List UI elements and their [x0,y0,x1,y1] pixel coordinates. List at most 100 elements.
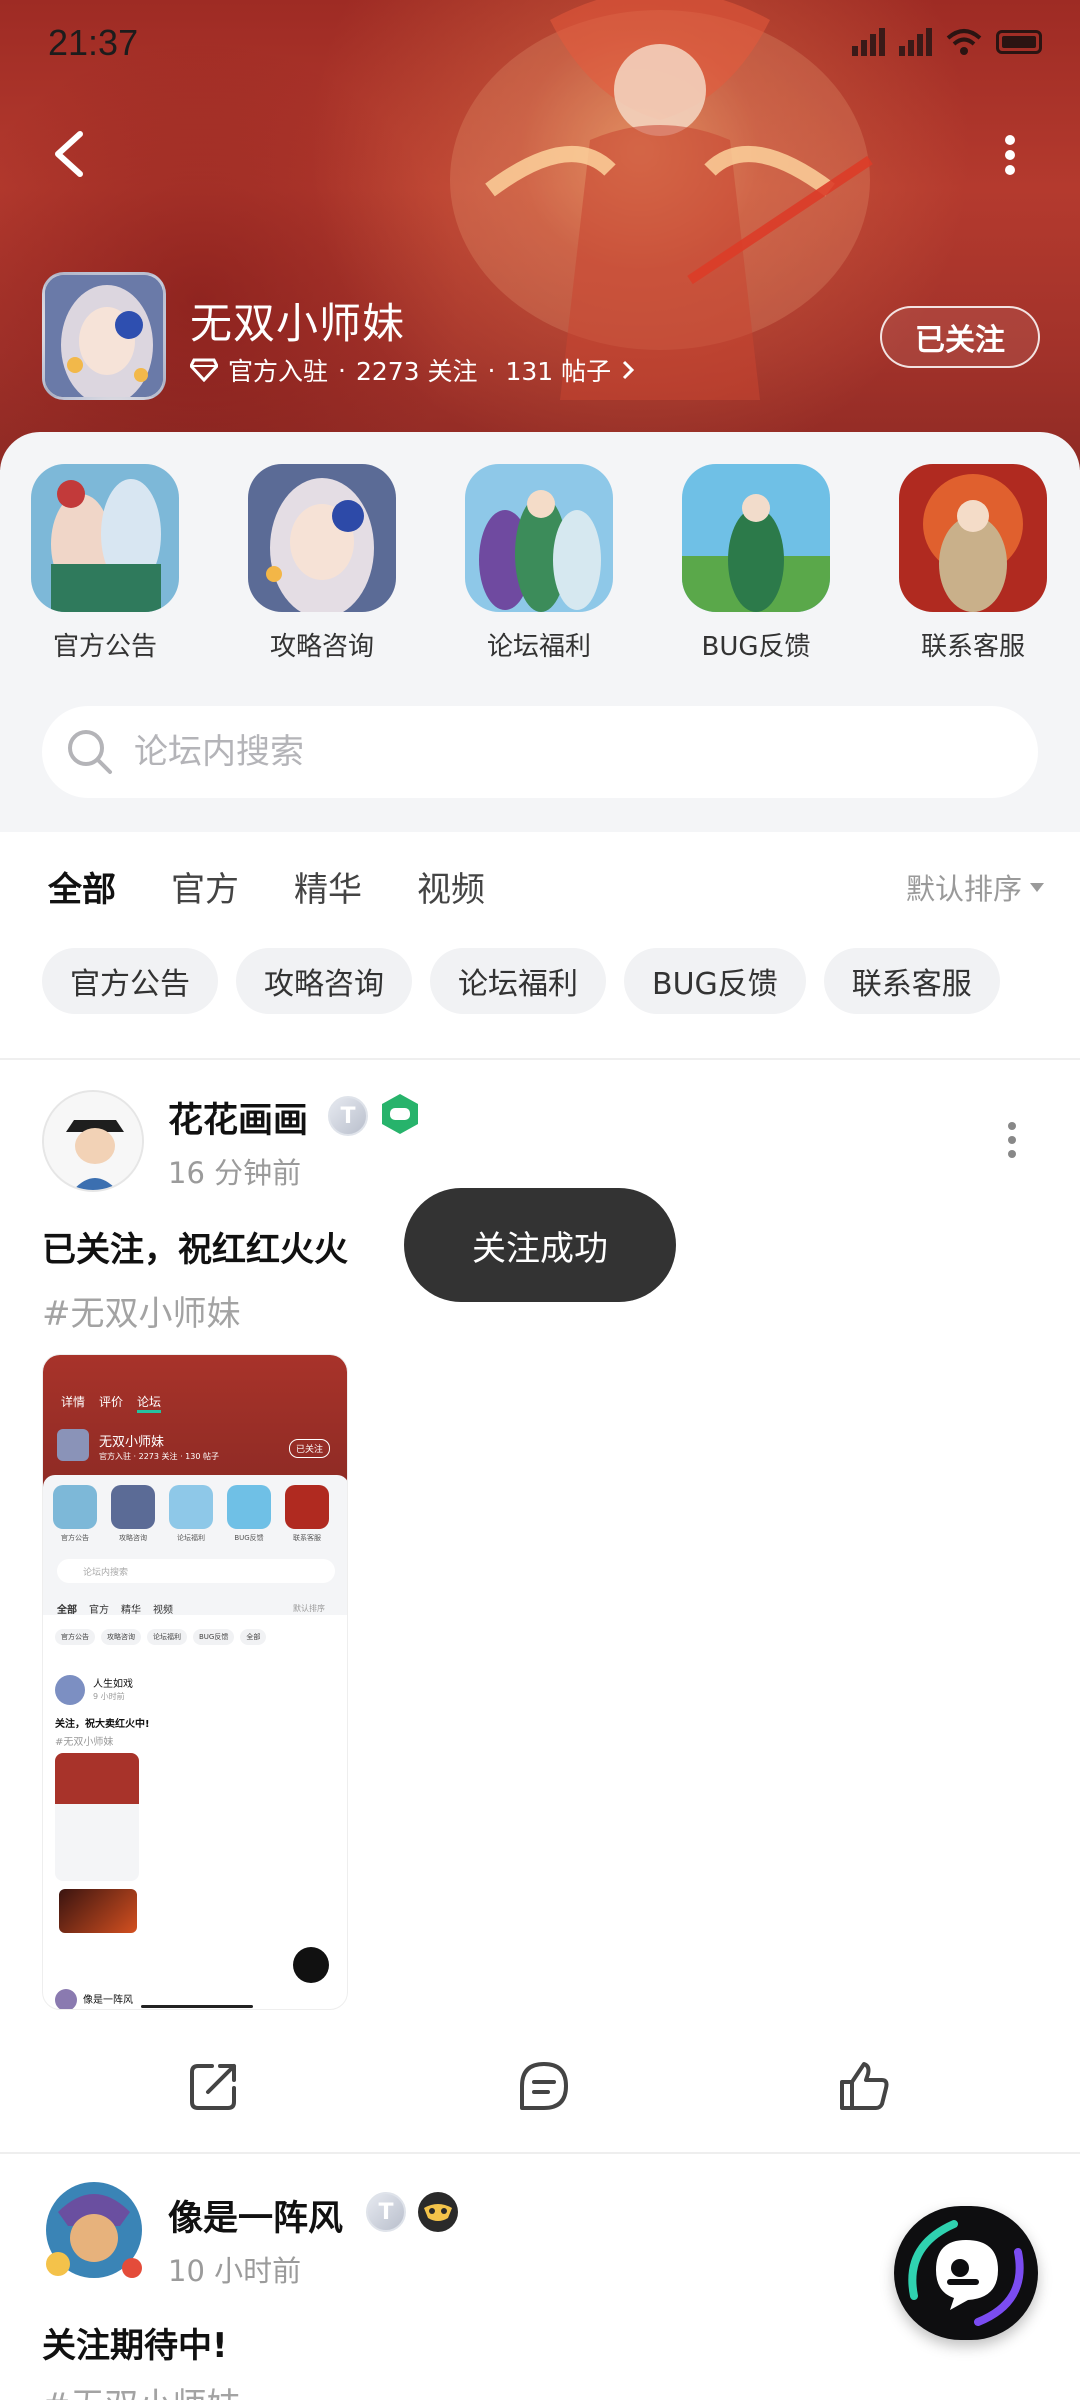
search-input[interactable] [134,732,934,772]
shortcut-thumbnail [465,464,613,612]
chip-bug-report[interactable]: BUG反馈 [624,948,806,1014]
share-icon[interactable] [186,2058,242,2114]
meta-separator: · [487,355,496,385]
sort-dropdown[interactable]: 默认排序 [906,866,1044,908]
back-icon[interactable] [44,124,96,184]
status-bar: 21:37 [0,0,1080,92]
shot-thumb [111,1485,155,1529]
shortcut-label: BUG反馈 [701,632,811,662]
post-avatar[interactable] [42,1090,144,1192]
shot-chip: BUG反馈 [193,1629,235,1645]
shot-panel: 官方公告 攻略咨询 论坛福利 BUG反馈 联系客服 论坛内搜索 [43,1475,347,1615]
shot-avatar [57,1429,89,1461]
shortcut-label: 论坛福利 [486,632,591,662]
shot-meta: 官方入驻 · 2273 关注 · 130 帖子 [99,1452,219,1461]
toast-message: 关注成功 [404,1188,676,1302]
shot-shortcut-label: BUG反馈 [234,1534,264,1542]
comment-icon[interactable] [516,2058,572,2114]
shot-chip: 全部 [240,1629,267,1645]
like-icon[interactable] [836,2058,892,2114]
forum-name: 无双小师妹 [190,299,406,348]
forum-header: 21:37 无双小师妹 官方入驻 · 2273 关注 · 131 帖子 已关注 [0,0,1080,470]
tab-all[interactable]: 全部 [48,862,116,917]
shot-shortcut-label: 论坛福利 [177,1534,205,1542]
shortcut-bug-report[interactable]: BUG反馈 [682,464,830,663]
shortcut-thumbnail [31,464,179,612]
shortcut-customer-service[interactable]: 联系客服 [899,464,1047,663]
shortcut-label: 攻略咨询 [269,632,374,662]
post-user-name[interactable]: 像是一阵风 [168,2190,343,2241]
chip-strategy[interactable]: 攻略咨询 [236,948,412,1014]
shot-sort: 默认排序 [293,1604,325,1613]
tab-video[interactable]: 视频 [417,862,485,911]
chat-bubble-icon [908,2220,1024,2326]
followers-count: 2273 关注 [355,357,478,386]
battery-icon [996,30,1042,54]
create-post-button[interactable] [894,2206,1038,2340]
level-badge: T [328,1096,368,1136]
shot-post-tabs: 全部 官方 精华 视频 [57,1601,173,1616]
shot-search: 论坛内搜索 [57,1559,335,1583]
chip-welfare[interactable]: 论坛福利 [430,948,606,1014]
forum-search-bar[interactable] [42,706,1038,798]
post-hashtag[interactable]: #无双小师妹 [42,2378,241,2400]
wifi-icon [946,29,982,55]
shot-post-avatar [55,1675,85,1705]
shot-chip: 论坛福利 [147,1629,187,1645]
shot-post-tag: #无双小师妹 [55,1737,114,1748]
search-icon [68,730,112,774]
shot-follow-button: 已关注 [289,1439,331,1458]
shot-shortcut-label: 攻略咨询 [119,1534,147,1542]
post-tabs: 全部 官方 精华 视频 [48,862,485,917]
shot-forum-name: 无双小师妹 [99,1435,165,1450]
shot-home-indicator [141,2005,253,2008]
shot-tabs: 详情 评价 论坛 [61,1393,162,1413]
tab-featured[interactable]: 精华 [294,862,362,911]
tab-official[interactable]: 官方 [171,862,239,911]
forum-panel: 官方公告 攻略咨询 论坛福利 BUG反馈 联系客服 [0,432,1080,832]
chip-customer-service[interactable]: 联系客服 [823,948,1000,1014]
status-time: 21:37 [48,22,139,63]
post-avatar[interactable] [34,2172,154,2292]
forum-meta: 官方入驻 · 2273 关注 · 131 帖子 [190,352,635,388]
shot-thumb [169,1485,213,1529]
shot-shortcut-label: 官方公告 [61,1534,89,1542]
shot-nested-image [55,1753,139,1881]
shot-chips: 官方公告 攻略咨询 论坛福利 BUG反馈 全部 [55,1629,267,1645]
post-image[interactable]: 详情 评价 论坛 无双小师妹 官方入驻 · 2273 关注 · 130 帖子 已… [42,1354,348,2010]
shot-thumb [227,1485,271,1529]
status-icons [852,28,1042,56]
game-badge-icon [382,1094,418,1134]
level-badge: T [366,2192,406,2232]
forum-avatar[interactable] [42,272,166,400]
shot-thumb [53,1485,97,1529]
post-time: 16 分钟前 [168,1156,302,1190]
category-chips: 官方公告 攻略咨询 论坛福利 BUG反馈 联系客服 [42,948,1000,1014]
post-hashtag[interactable]: #无双小师妹 [42,1286,241,1335]
shot-chip: 攻略咨询 [101,1629,141,1645]
shortcut-label: 官方公告 [52,632,157,662]
more-vertical-icon[interactable] [990,130,1030,180]
posts-count[interactable]: 131 帖子 [506,352,612,388]
shot-chip: 官方公告 [55,1629,95,1645]
official-diamond-icon [190,358,218,382]
chevron-right-icon[interactable] [621,359,635,381]
post-more-icon[interactable] [1002,1120,1022,1160]
shortcut-strategy[interactable]: 攻略咨询 [248,464,396,663]
shot-nested-image-2 [59,1889,137,1933]
chip-official-announcement[interactable]: 官方公告 [42,948,218,1014]
shortcut-official-announcement[interactable]: 官方公告 [31,464,179,663]
follow-button[interactable]: 已关注 [880,306,1040,368]
post-user-name[interactable]: 花花画画 [168,1092,308,1143]
official-label: 官方入驻 [228,357,329,386]
post-title[interactable]: 已关注，祝红红火火 [42,1222,348,1271]
shortcut-thumbnail [248,464,396,612]
shortcut-welfare[interactable]: 论坛福利 [465,464,613,663]
shortcut-label: 联系客服 [920,632,1025,662]
meta-separator: · [338,355,346,385]
post-time: 10 小时前 [168,2254,302,2288]
caret-down-icon [1030,882,1044,892]
shot-post-time: 9 小时前 [93,1692,125,1701]
shot-tab: 评价 [99,1395,124,1409]
post-title[interactable]: 关注期待中! [42,2318,228,2367]
